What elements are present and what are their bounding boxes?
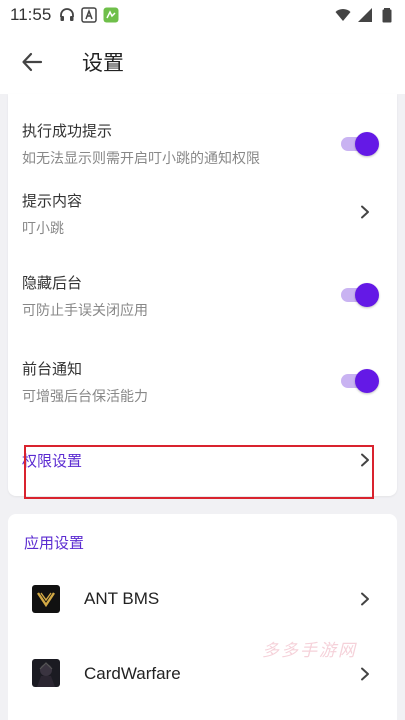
exec-success-toggle[interactable] (339, 132, 379, 156)
app-name: CardWarfare (84, 664, 181, 683)
arrow-left-icon (22, 52, 43, 72)
watermark-text: 多多手游网 (262, 641, 357, 661)
wifi-icon (335, 9, 351, 21)
app-item-ant-bms[interactable]: ANT BMS (8, 569, 397, 629)
setting-hide-background[interactable]: 隐藏后台 可防止手误关闭应用 (8, 260, 397, 330)
setting-subtitle: 可增强后台保活能力 (22, 389, 148, 405)
chevron-right-icon (361, 205, 369, 219)
setting-title: 提示内容 (22, 192, 83, 210)
battery-icon (382, 8, 392, 23)
general-settings-card: 执行成功提示 如无法显示则需开启叮小跳的通知权限 提示内容 叮小跳 隐藏后台 可… (8, 94, 397, 499)
setting-prompt-content[interactable]: 提示内容 叮小跳 (8, 180, 397, 242)
ant-bms-logo-icon (32, 585, 60, 613)
app-settings-card: 应用设置 ANT BMS CardWarfare (8, 514, 397, 720)
setting-exec-success[interactable]: 执行成功提示 如无法显示则需开启叮小跳的通知权限 (8, 110, 397, 180)
section-title: 应用设置 (24, 534, 85, 552)
foreground-notify-toggle[interactable] (339, 369, 379, 393)
toggle-thumb (355, 283, 379, 307)
setting-title: 隐藏后台 (22, 274, 83, 292)
notification-app-icon (103, 7, 119, 23)
setting-subtitle: 叮小跳 (22, 221, 64, 237)
status-time: 11:55 (10, 5, 52, 24)
chevron-right-icon (361, 667, 369, 681)
signal-icon (358, 8, 372, 22)
cardwarfare-logo-icon (32, 659, 60, 687)
page-title: 设置 (82, 51, 124, 75)
status-icons-left (59, 7, 119, 23)
a-letter-icon (81, 7, 98, 23)
toggle-thumb (355, 369, 379, 393)
toggle-thumb (355, 132, 379, 156)
app-bar: 设置 (0, 30, 405, 94)
app-name: ANT BMS (84, 589, 160, 608)
back-button[interactable] (4, 34, 60, 90)
headset-icon (60, 8, 75, 21)
setting-title: 执行成功提示 (22, 122, 113, 140)
status-bar: 11:55 (0, 0, 405, 30)
setting-subtitle: 可防止手误关闭应用 (22, 303, 148, 319)
setting-subtitle: 如无法显示则需开启叮小跳的通知权限 (22, 151, 260, 167)
hide-background-toggle[interactable] (339, 283, 379, 307)
chevron-right-icon (361, 592, 369, 606)
setting-title: 前台通知 (22, 360, 83, 378)
setting-foreground-notify[interactable]: 前台通知 可增强后台保活能力 (8, 346, 397, 416)
status-icons-right (335, 7, 395, 23)
permission-highlight-box (24, 445, 374, 499)
